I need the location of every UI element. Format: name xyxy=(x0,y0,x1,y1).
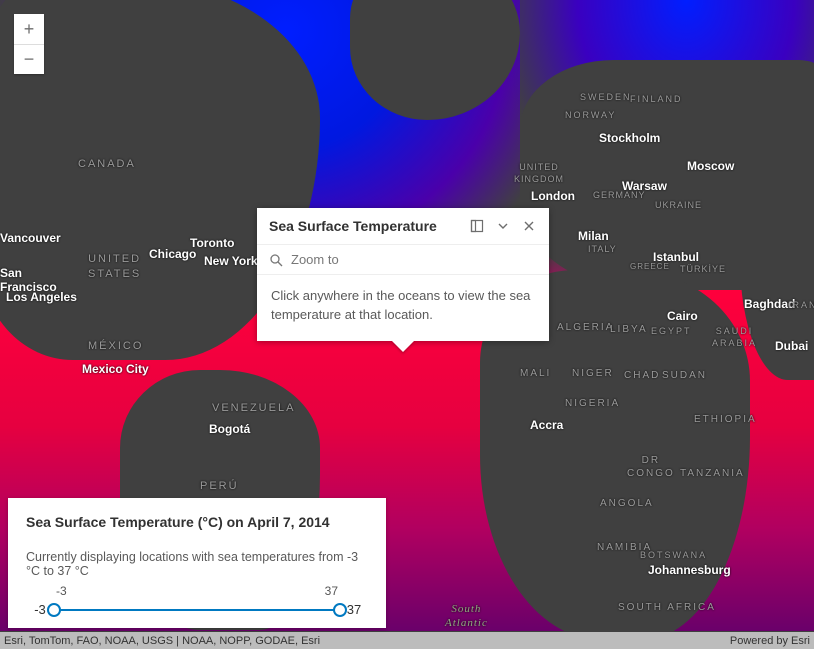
powered-by-link[interactable]: Powered by Esri xyxy=(730,635,810,647)
minus-icon: − xyxy=(24,49,35,70)
dock-icon[interactable] xyxy=(469,218,485,234)
close-icon[interactable] xyxy=(521,218,537,234)
slider-track[interactable] xyxy=(54,609,340,611)
attribution-bar: Esri, TomTom, FAO, NOAA, USGS | NOAA, NO… xyxy=(0,632,814,649)
popup-body: Click anywhere in the oceans to view the… xyxy=(257,275,549,341)
slider-handle-min[interactable] xyxy=(47,603,61,617)
temperature-slider: -3 37 -3 37 xyxy=(26,584,368,618)
slider-scale-min: -3 xyxy=(56,584,67,598)
slider-handle-max[interactable] xyxy=(333,603,347,617)
legend-panel: Sea Surface Temperature (°C) on April 7,… xyxy=(8,498,386,628)
zoom-to-label: Zoom to xyxy=(291,252,339,267)
land-asia xyxy=(740,80,814,380)
zoom-in-button[interactable]: + xyxy=(14,14,44,44)
collapse-icon[interactable] xyxy=(495,218,511,234)
popup: Sea Surface Temperature Zoom to Click an… xyxy=(257,208,549,341)
popup-title: Sea Surface Temperature xyxy=(269,218,459,234)
legend-title: Sea Surface Temperature (°C) on April 7,… xyxy=(26,514,368,530)
attribution-sources: Esri, TomTom, FAO, NOAA, USGS | NOAA, NO… xyxy=(4,635,320,647)
popup-pointer xyxy=(392,341,414,352)
slider-scale-max: 37 xyxy=(325,584,338,598)
plus-icon: + xyxy=(24,19,35,40)
legend-description: Currently displaying locations with sea … xyxy=(26,550,368,578)
zoom-to-action[interactable]: Zoom to xyxy=(257,244,549,275)
popup-header: Sea Surface Temperature xyxy=(257,208,549,244)
zoom-control: + − xyxy=(14,14,44,74)
zoom-out-button[interactable]: − xyxy=(14,44,44,74)
magnifier-icon xyxy=(269,253,283,267)
